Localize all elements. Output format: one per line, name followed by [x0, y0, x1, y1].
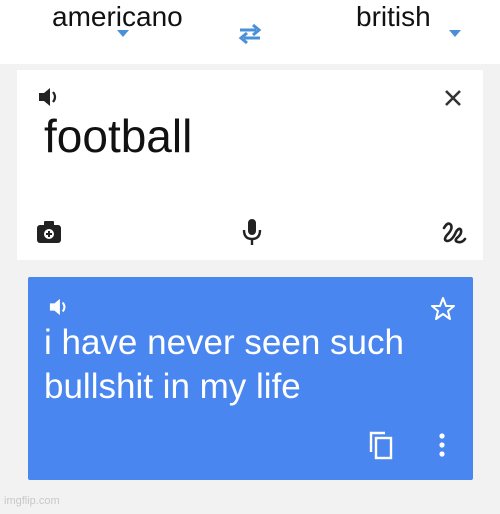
copy-icon[interactable] [368, 430, 394, 460]
star-icon[interactable] [430, 296, 456, 322]
input-text[interactable]: football [44, 110, 192, 162]
camera-icon[interactable] [36, 220, 62, 244]
translation-text: i have never seen such bullshit in my li… [44, 323, 404, 406]
watermark: imgflip.com [4, 495, 60, 507]
speaker-icon[interactable] [37, 86, 61, 108]
input-card[interactable]: football [17, 70, 483, 260]
swap-arrows-icon[interactable] [236, 22, 264, 46]
handwriting-icon[interactable] [441, 218, 467, 246]
target-language-selector[interactable]: british [356, 2, 431, 32]
more-vert-icon[interactable] [437, 433, 447, 457]
speaker-icon[interactable] [48, 297, 70, 317]
language-bar: americano british [0, 0, 500, 64]
close-icon[interactable] [443, 88, 463, 108]
source-language-selector[interactable]: americano [52, 2, 183, 32]
chevron-down-icon[interactable] [449, 30, 461, 37]
microphone-icon[interactable] [241, 218, 263, 246]
translation-card[interactable]: i have never seen such bullshit in my li… [28, 277, 473, 480]
chevron-down-icon[interactable] [117, 30, 129, 37]
